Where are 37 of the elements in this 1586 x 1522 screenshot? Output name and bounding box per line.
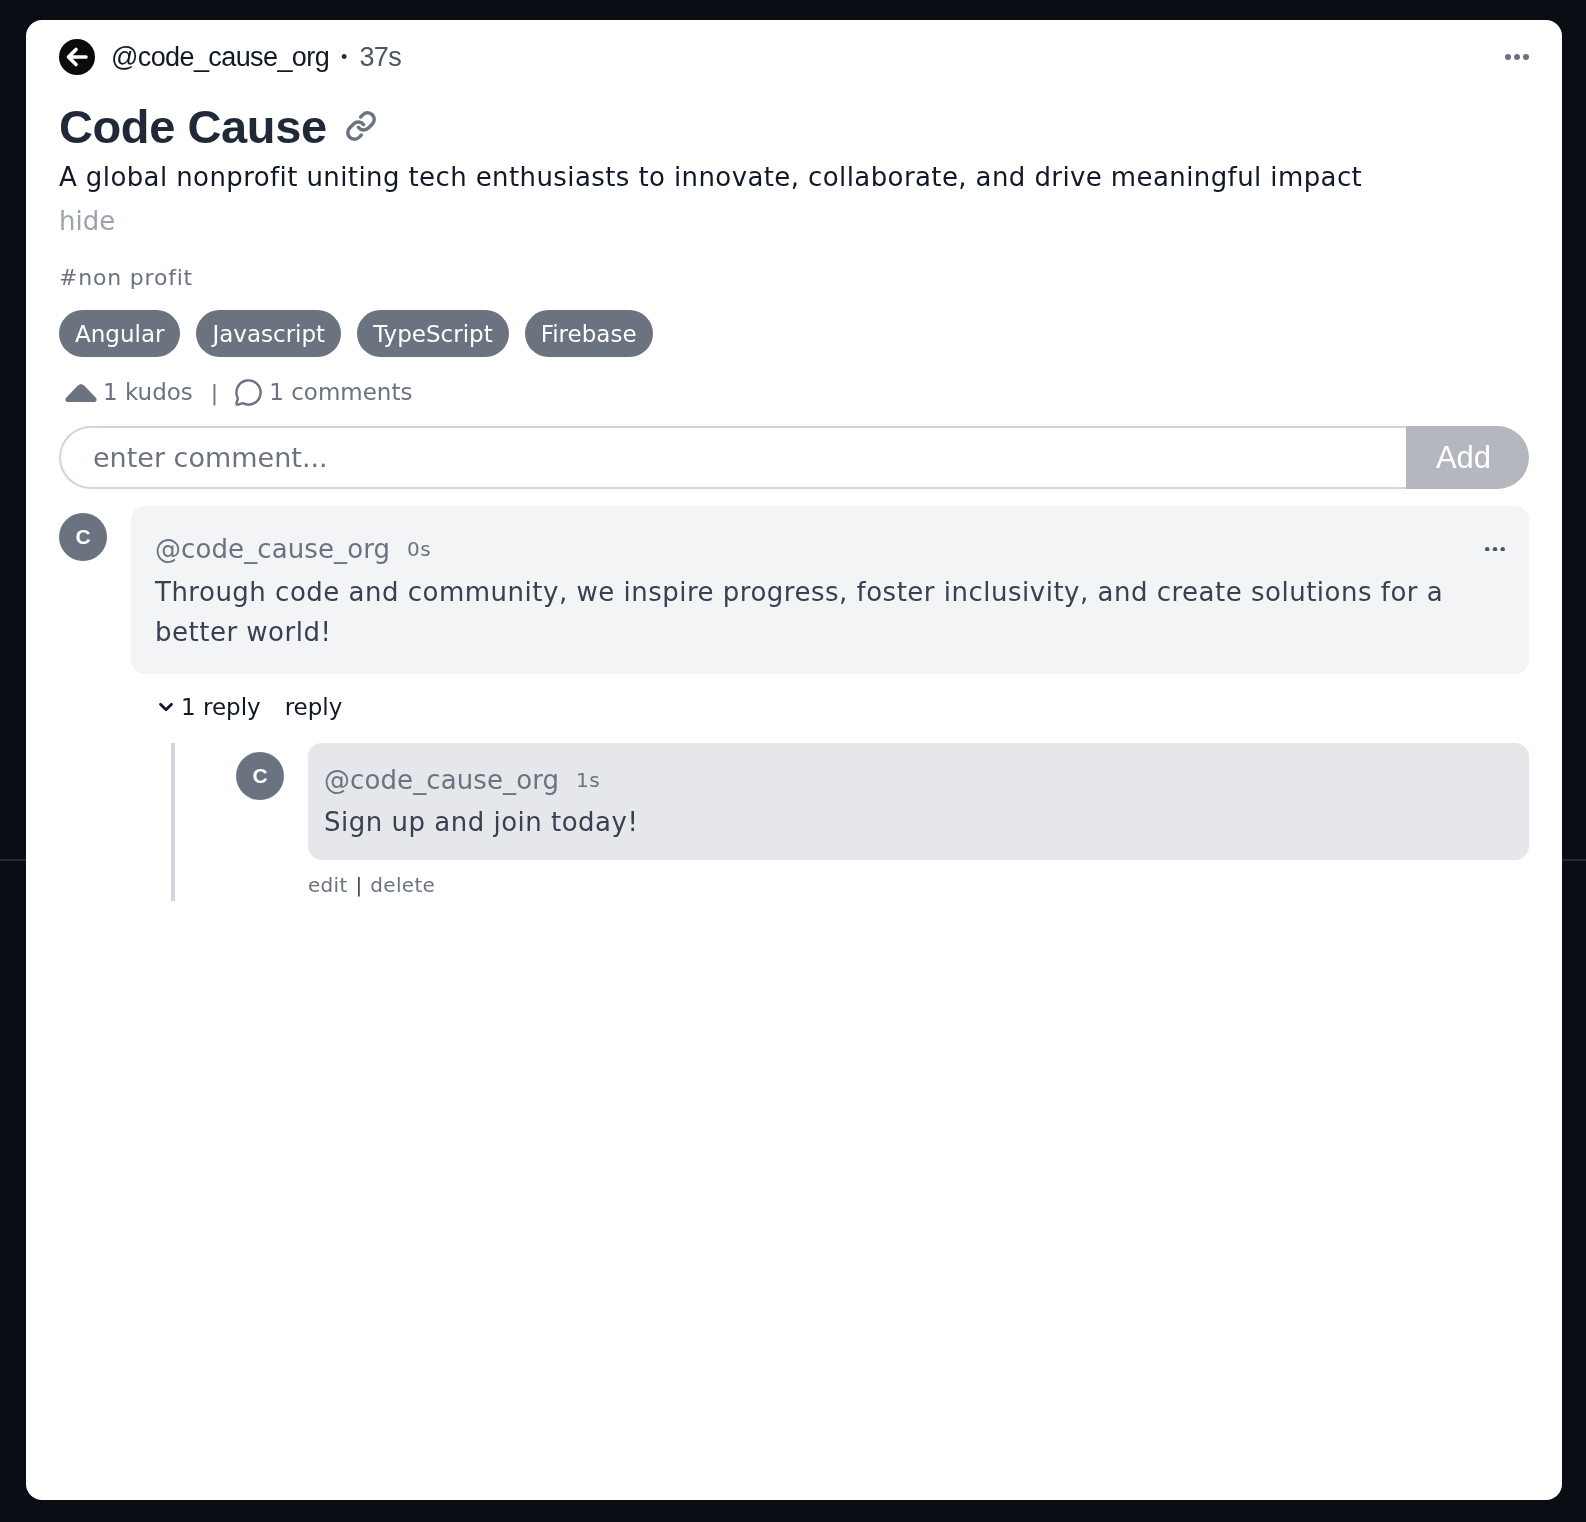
separator: | (355, 873, 363, 897)
more-button[interactable] (1485, 546, 1505, 552)
comment-time: 0s (407, 537, 432, 561)
more-button[interactable] (1505, 54, 1529, 60)
kudos-button[interactable]: 1 kudos (65, 379, 193, 405)
action-link[interactable]: edit (308, 873, 348, 897)
comment-text: Sign up and join today! (324, 806, 640, 839)
speech-bubble-icon (234, 377, 264, 407)
back-button[interactable] (59, 39, 95, 75)
ellipsis-icon (1505, 54, 1529, 60)
comment-text: Through code and community, we inspire progress, foster inclusivity, and create solutions for a better world! (155, 576, 1445, 649)
hide-link[interactable]: hide (59, 204, 116, 238)
tag-chip: Angular (59, 310, 181, 357)
avatar: C (59, 513, 107, 561)
separator: | (210, 379, 219, 405)
link-icon (344, 110, 377, 142)
post-time: 37s (359, 41, 402, 73)
post-description: A global nonprofit uniting tech enthusiasts to innovate, collaborate, and drive meaningful impact (59, 161, 1364, 194)
comment-input[interactable]: enter comment... (59, 426, 1406, 489)
action-link[interactable]: delete (370, 873, 436, 897)
comments-button[interactable]: 1 comments (234, 377, 413, 407)
link-button[interactable] (344, 110, 377, 142)
tag-chip: Javascript (196, 310, 342, 357)
avatar: C (236, 752, 284, 800)
comment-author[interactable]: @code_cause_org (324, 765, 560, 795)
hashtag[interactable]: #non profit (59, 265, 194, 291)
tag-chip: Firebase (524, 310, 653, 357)
post-title: Code Cause (59, 98, 327, 154)
tag-chip: TypeScript (357, 310, 509, 357)
ellipsis-icon (1485, 546, 1505, 552)
reply-link[interactable]: reply (284, 694, 343, 720)
comment-time: 1s (576, 768, 601, 792)
comment-author[interactable]: @code_cause_org (155, 534, 391, 564)
triangle-icon (65, 382, 97, 402)
replies-toggle[interactable]: 1 reply (155, 694, 261, 720)
separator: • (341, 46, 348, 68)
post-author[interactable]: @code_cause_org (111, 41, 330, 73)
